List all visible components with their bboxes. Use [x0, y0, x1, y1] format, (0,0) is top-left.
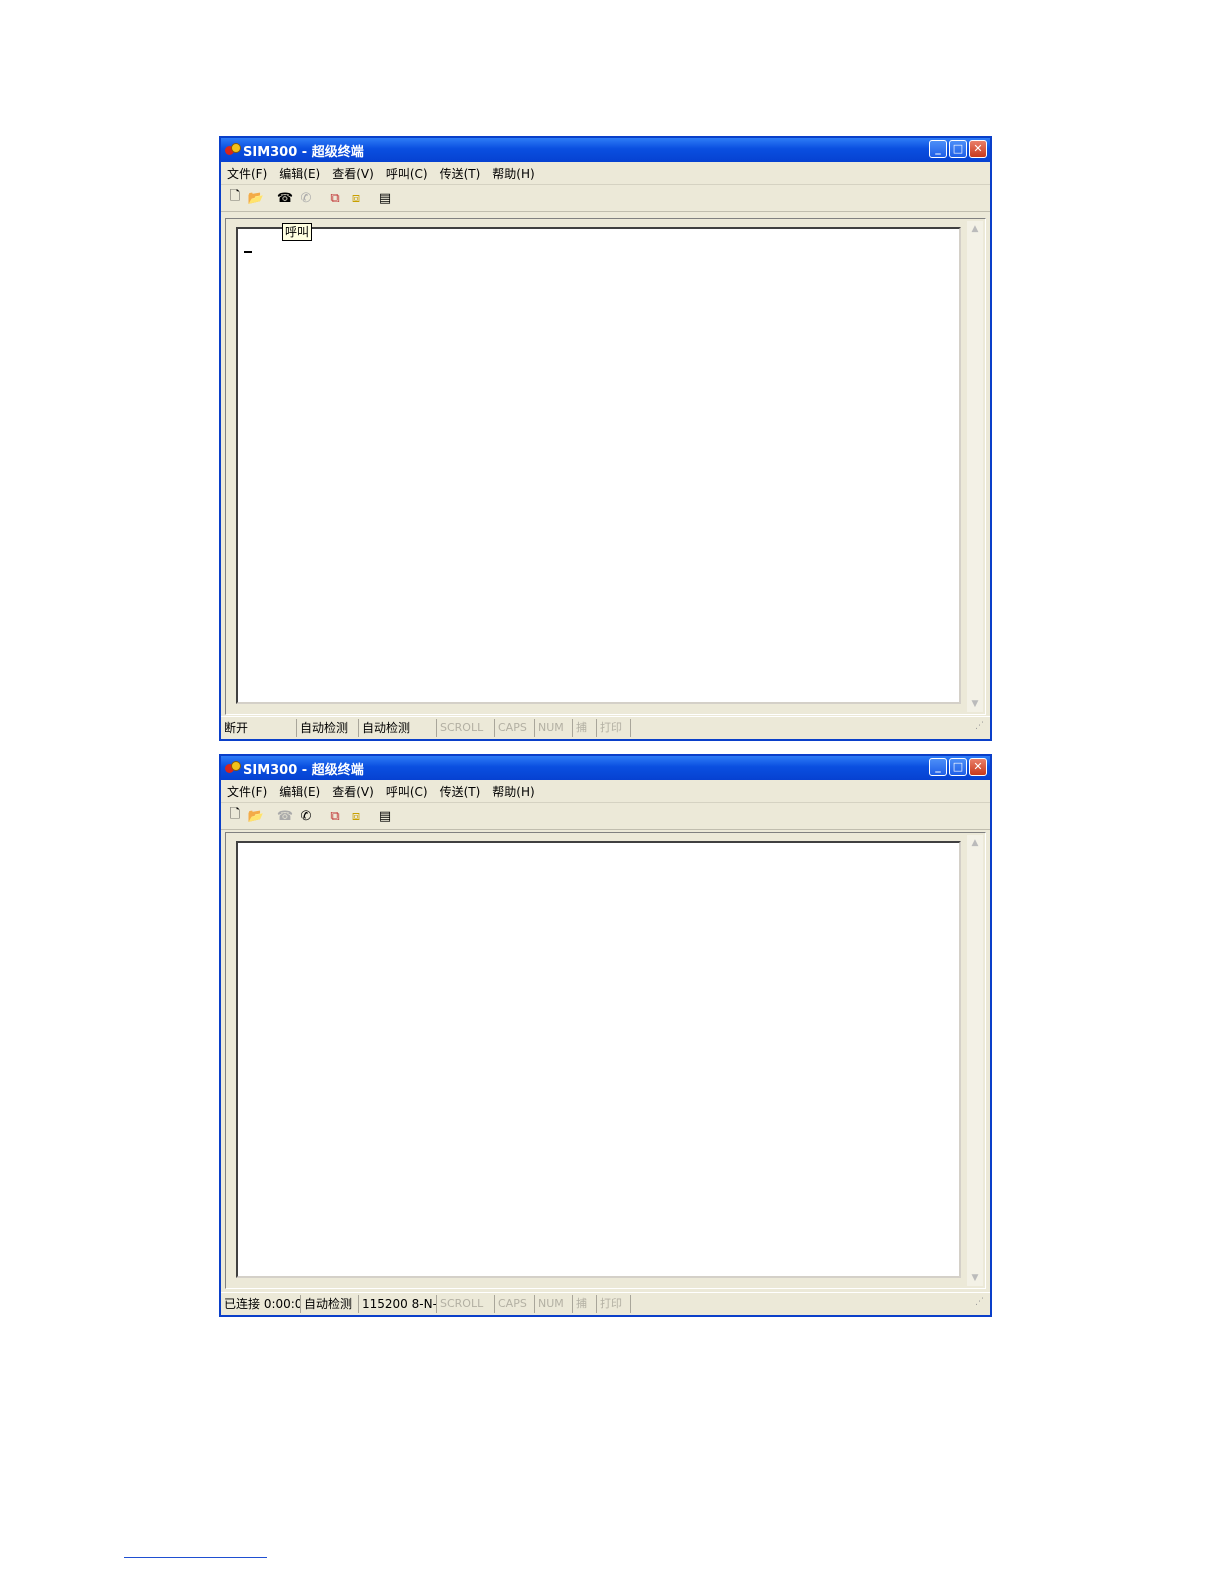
window-title: SIM300 - 超级终端: [243, 762, 364, 778]
status-capture: 捕: [573, 719, 597, 737]
menu-view[interactable]: 查看(V): [332, 783, 374, 800]
disconnect-icon[interactable]: ✆: [296, 806, 316, 826]
minimize-button[interactable]: _: [929, 758, 947, 776]
status-scroll: SCROLL: [437, 1295, 495, 1313]
minimize-button[interactable]: _: [929, 140, 947, 158]
status-capture: 捕: [573, 1295, 597, 1313]
menu-file[interactable]: 文件(F): [227, 165, 267, 182]
menu-call[interactable]: 呼叫(C): [386, 165, 428, 182]
resize-grip-icon[interactable]: ⋰: [975, 721, 989, 735]
status-bar: 已连接 0:00:06 自动检测 115200 8-N-1 SCROLL CAP…: [221, 1292, 990, 1315]
terminal-screen[interactable]: [236, 841, 961, 1278]
status-print: 打印: [597, 1295, 631, 1313]
maximize-button[interactable]: □: [949, 140, 967, 158]
maximize-button[interactable]: □: [949, 758, 967, 776]
open-icon[interactable]: 📂: [246, 806, 266, 826]
connect-icon[interactable]: ☎: [275, 806, 295, 826]
close-button[interactable]: ✕: [969, 758, 987, 776]
properties-icon[interactable]: ▤: [375, 188, 395, 208]
menu-transfer[interactable]: 传送(T): [440, 783, 481, 800]
menu-bar: 文件(F) 编辑(E) 查看(V) 呼叫(C) 传送(T) 帮助(H): [221, 162, 990, 185]
scroll-down-icon[interactable]: ▼: [967, 1270, 983, 1286]
resize-grip-icon[interactable]: ⋰: [975, 1297, 989, 1311]
hyperterminal-icon: [225, 142, 241, 158]
menu-edit[interactable]: 编辑(E): [279, 165, 320, 182]
title-bar[interactable]: SIM300 - 超级终端 _ □ ✕: [221, 138, 990, 162]
title-bar[interactable]: SIM300 - 超级终端 _ □ ✕: [221, 756, 990, 780]
toolbar: 🗋 📂 ☎ ✆ ⧉ ⧈ ▤: [221, 185, 990, 212]
scroll-up-icon[interactable]: ▲: [967, 221, 983, 237]
status-scroll: SCROLL: [437, 719, 495, 737]
receive-icon[interactable]: ⧈: [346, 806, 366, 826]
properties-icon[interactable]: ▤: [375, 806, 395, 826]
vertical-scrollbar[interactable]: ▲ ▼: [967, 835, 983, 1286]
status-print: 打印: [597, 719, 631, 737]
status-caps: CAPS: [495, 1295, 535, 1313]
receive-icon[interactable]: ⧈: [346, 188, 366, 208]
window-title: SIM300 - 超级终端: [243, 144, 364, 160]
status-detect: 自动检测: [297, 719, 359, 737]
new-icon[interactable]: 🗋: [225, 806, 245, 826]
menu-transfer[interactable]: 传送(T): [440, 165, 481, 182]
new-icon[interactable]: 🗋: [225, 188, 245, 208]
open-icon[interactable]: 📂: [246, 188, 266, 208]
hyperterminal-window-connected: SIM300 - 超级终端 _ □ ✕ 文件(F) 编辑(E) 查看(V) 呼叫…: [219, 754, 992, 1317]
vertical-scrollbar[interactable]: ▲ ▼: [967, 221, 983, 712]
text-cursor: [244, 251, 252, 253]
menu-file[interactable]: 文件(F): [227, 783, 267, 800]
scroll-down-icon[interactable]: ▼: [967, 696, 983, 712]
menu-call[interactable]: 呼叫(C): [386, 783, 428, 800]
status-connection: 断开: [221, 719, 297, 737]
close-button[interactable]: ✕: [969, 140, 987, 158]
send-icon[interactable]: ⧉: [325, 188, 345, 208]
disconnect-icon[interactable]: ✆: [296, 188, 316, 208]
status-num: NUM: [535, 1295, 573, 1313]
hyperterminal-window-disconnected: SIM300 - 超级终端 _ □ ✕ 文件(F) 编辑(E) 查看(V) 呼叫…: [219, 136, 992, 741]
hyperterminal-icon: [225, 760, 241, 776]
menu-help[interactable]: 帮助(H): [492, 165, 534, 182]
status-connection: 已连接 0:00:06: [221, 1295, 301, 1313]
status-detect: 自动检测: [301, 1295, 359, 1313]
terminal-area: ▲ ▼: [225, 832, 986, 1289]
toolbar: 🗋 📂 ☎ ✆ ⧉ ⧈ ▤: [221, 803, 990, 830]
status-bar: 断开 自动检测 自动检测 SCROLL CAPS NUM 捕 打印 ⋰: [221, 716, 990, 739]
terminal-screen[interactable]: 呼叫: [236, 223, 961, 704]
status-num: NUM: [535, 719, 573, 737]
scroll-up-icon[interactable]: ▲: [967, 835, 983, 851]
menu-bar: 文件(F) 编辑(E) 查看(V) 呼叫(C) 传送(T) 帮助(H): [221, 780, 990, 803]
menu-view[interactable]: 查看(V): [332, 165, 374, 182]
status-caps: CAPS: [495, 719, 535, 737]
menu-help[interactable]: 帮助(H): [492, 783, 534, 800]
send-icon[interactable]: ⧉: [325, 806, 345, 826]
tooltip: 呼叫: [282, 223, 313, 241]
terminal-area: 呼叫 ▲ ▼: [225, 218, 986, 715]
footnote-separator: [124, 1557, 267, 1558]
status-port-settings: 自动检测: [359, 719, 437, 737]
menu-edit[interactable]: 编辑(E): [279, 783, 320, 800]
status-port-settings: 115200 8-N-1: [359, 1295, 437, 1313]
connect-icon[interactable]: ☎: [275, 188, 295, 208]
